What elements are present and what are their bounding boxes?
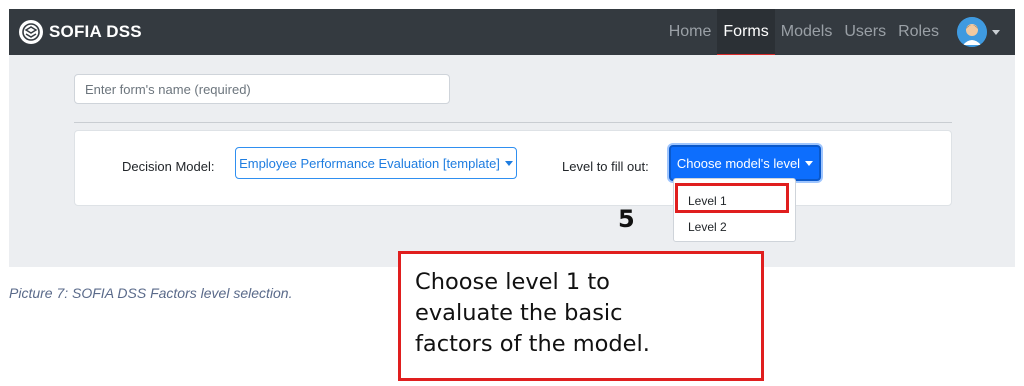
form-name-input[interactable]	[74, 74, 450, 104]
model-selection-card: Decision Model: Employee Performance Eva…	[74, 130, 952, 206]
nav-forms[interactable]: Forms	[717, 9, 776, 57]
user-menu-toggle[interactable]	[957, 17, 1000, 47]
caret-down-icon	[805, 160, 814, 166]
nav-users[interactable]: Users	[838, 9, 892, 55]
decision-model-value: Employee Performance Evaluation [templat…	[239, 155, 500, 171]
nav-roles[interactable]: Roles	[892, 9, 945, 55]
caret-down-icon	[504, 160, 513, 166]
brand-name: SOFIA DSS	[49, 22, 142, 41]
choose-level-label: Choose model's level	[676, 155, 801, 171]
main-nav: Home Forms Models Users Roles	[663, 9, 945, 57]
user-avatar-icon	[957, 17, 987, 47]
nav-models[interactable]: Models	[775, 9, 839, 55]
level-1-highlight	[675, 183, 789, 213]
decision-model-label: Decision Model:	[122, 159, 215, 174]
step-number: 5	[618, 205, 635, 233]
divider	[74, 122, 952, 123]
brand[interactable]: SOFIA DSS	[19, 19, 142, 45]
sofia-logo-icon	[19, 20, 43, 44]
level-label: Level to fill out:	[562, 159, 649, 174]
choose-level-button[interactable]: Choose model's level	[669, 145, 821, 181]
top-navbar: SOFIA DSS Home Forms Models Users Roles	[9, 9, 1015, 57]
figure-caption: Picture 7: SOFIA DSS Factors level selec…	[9, 285, 293, 301]
nav-home[interactable]: Home	[663, 9, 718, 55]
decision-model-dropdown[interactable]: Employee Performance Evaluation [templat…	[235, 147, 517, 179]
page-content: Decision Model: Employee Performance Eva…	[9, 55, 1015, 267]
level-option-2[interactable]: Level 2	[688, 220, 727, 234]
caret-down-icon	[992, 29, 1000, 35]
instruction-callout: Choose level 1 to evaluate the basic fac…	[398, 251, 764, 381]
